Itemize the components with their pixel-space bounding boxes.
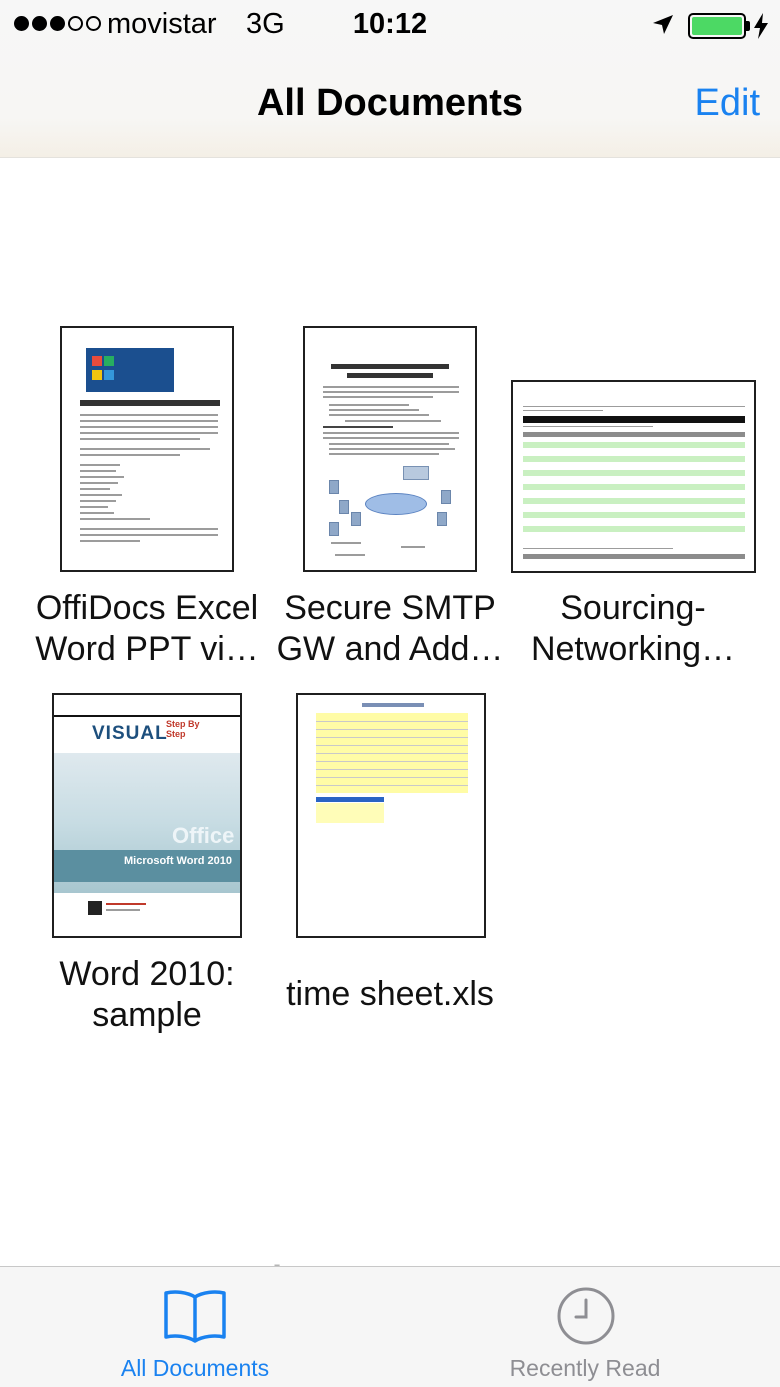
thumbnail-heading (331, 364, 449, 369)
battery-fill (692, 17, 742, 35)
sheet-title (362, 703, 424, 707)
tab-recently-read[interactable]: Recently Read (390, 1267, 780, 1387)
table-header-bar (523, 416, 745, 423)
document-thumbnail-secure-smtp[interactable] (303, 326, 477, 572)
document-name-line: Networking… (530, 630, 736, 668)
page-title: All Documents (256, 82, 524, 124)
signal-strength-icon (14, 16, 101, 31)
location-arrow-icon (653, 15, 673, 34)
signal-dot (68, 16, 83, 31)
document-name-line: Sourcing- (560, 589, 706, 627)
document-name-line: OffiDocs Excel (35, 589, 259, 627)
document-name-line: GW and Add… (276, 630, 504, 668)
diagram-cloud (365, 493, 427, 515)
publisher-logo-icon (88, 901, 102, 915)
carrier-name: movistar (107, 8, 217, 40)
document-thumbnail-time-sheet[interactable] (296, 693, 486, 938)
signal-dot (14, 16, 29, 31)
battery-icon (688, 13, 746, 39)
tab-all-documents[interactable]: All Documents (0, 1267, 390, 1387)
book-icon (164, 1290, 226, 1343)
cover-office-text: Office (172, 823, 235, 848)
edit-button[interactable]: Edit (695, 82, 760, 125)
network-type: 3G (246, 8, 285, 40)
status-bar: movistar 3G 10:12 (0, 0, 780, 52)
sheet-summary-header (316, 797, 384, 802)
battery-nub (746, 21, 750, 31)
document-name-offidocs[interactable]: OffiDocs Excel Word PPT vi… (22, 588, 272, 670)
cover-top-strip (54, 695, 240, 717)
document-thumbnail-offidocs[interactable] (60, 326, 234, 572)
tab-label: Recently Read (509, 1355, 661, 1381)
status-time: 10:12 (352, 8, 428, 40)
signal-dot (86, 16, 101, 31)
cover-footer (54, 893, 240, 936)
sheet-summary-area (316, 803, 384, 823)
document-name-secure-smtp[interactable]: Secure SMTP GW and Add… (265, 588, 515, 670)
tab-label: All Documents (120, 1355, 270, 1381)
cover-product-name: Microsoft Word 2010 (124, 855, 232, 867)
charging-bolt-icon (754, 13, 768, 39)
signal-dot (32, 16, 47, 31)
cover-visual-text: VISUAL (92, 723, 168, 744)
document-name-line: sample (92, 996, 202, 1034)
document-name-line: Secure SMTP (284, 589, 496, 627)
diagram-server (403, 466, 429, 480)
thumbnail-heading (347, 373, 433, 378)
document-name-line: time sheet.xls (286, 975, 494, 1013)
tab-bar: All Documents Recently Read (0, 1266, 780, 1387)
signal-dot (50, 16, 65, 31)
clock-icon (557, 1287, 615, 1345)
document-name-line: Word PPT vi… (35, 630, 259, 668)
document-name-sourcing[interactable]: Sourcing- Networking… (508, 588, 758, 670)
document-thumbnail-word-2010[interactable]: VISUAL Step By Step Office Microsoft Wor… (52, 693, 242, 938)
document-thumbnail-sourcing[interactable] (511, 380, 756, 573)
cover-step-text: Step By Step (166, 719, 200, 739)
document-name-word-2010[interactable]: Word 2010: sample (22, 954, 272, 1036)
offidocs-logo (86, 348, 174, 392)
thumbnail-heading (80, 400, 220, 406)
document-name-line: Word 2010: (59, 955, 235, 993)
document-name-time-sheet[interactable]: time sheet.xls (265, 974, 515, 1015)
navigation-header: movistar 3G 10:12 All Documents Edit (0, 0, 780, 158)
